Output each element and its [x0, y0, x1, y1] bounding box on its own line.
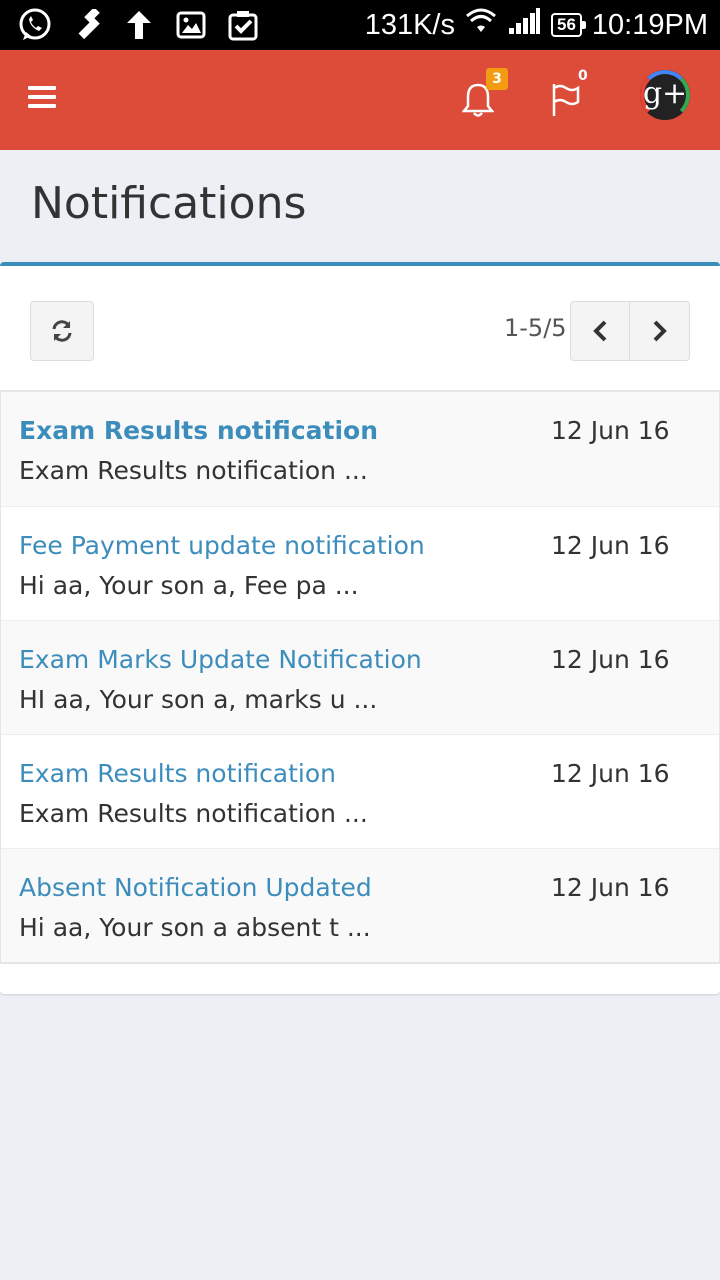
notifications-box: 1-5/5 Exam Results notification 12 Jun 1… — [0, 262, 720, 994]
list-item[interactable]: Exam Results notification 12 Jun 16 Exam… — [1, 734, 719, 848]
notification-title[interactable]: Exam Marks Update Notification — [19, 645, 422, 674]
status-bar: 131K/s 56 10:19PM — [0, 0, 720, 50]
clock: 10:19PM — [591, 8, 708, 41]
notification-date: 12 Jun 16 — [551, 416, 670, 445]
refresh-button[interactable] — [30, 301, 94, 361]
pager-group — [570, 301, 690, 361]
notification-date: 12 Jun 16 — [551, 759, 670, 788]
bell-count-badge: 3 — [486, 68, 508, 90]
notification-date: 12 Jun 16 — [551, 645, 670, 674]
notification-snippet: Exam Results notification ... — [19, 456, 368, 485]
notification-title[interactable]: Exam Results notification — [19, 416, 378, 445]
signal-icon — [507, 8, 541, 42]
notification-title[interactable]: Absent Notification Updated — [19, 873, 372, 902]
upload-icon — [120, 6, 158, 44]
google-plus-icon: g+ — [642, 76, 688, 111]
flag-icon[interactable] — [550, 82, 584, 120]
flag-count-badge: 0 — [578, 68, 588, 84]
notification-date: 12 Jun 16 — [551, 873, 670, 902]
notification-snippet: Hi aa, Your son a, Fee pa ... — [19, 571, 359, 600]
chevron-right-icon — [653, 320, 667, 342]
refresh-icon — [52, 320, 72, 342]
notification-date: 12 Jun 16 — [551, 531, 670, 560]
list-item[interactable]: Absent Notification Updated 12 Jun 16 Hi… — [1, 848, 719, 962]
status-bar-notifications — [16, 6, 262, 44]
status-bar-system: 131K/s 56 10:19PM — [365, 0, 708, 50]
user-avatar[interactable]: g+ — [640, 70, 690, 120]
chevron-left-icon — [593, 320, 607, 342]
whatsapp-icon — [16, 6, 54, 44]
notification-title[interactable]: Exam Results notification — [19, 759, 336, 788]
notification-list: Exam Results notification 12 Jun 16 Exam… — [0, 390, 720, 964]
notification-snippet: Hi aa, Your son a absent t ... — [19, 913, 371, 942]
page-title: Notifications — [31, 178, 307, 229]
list-item[interactable]: Exam Results notification 12 Jun 16 Exam… — [1, 392, 719, 506]
next-page-button[interactable] — [630, 302, 689, 360]
menu-icon[interactable] — [28, 86, 56, 114]
notification-title[interactable]: Fee Payment update notification — [19, 531, 425, 560]
image-icon — [172, 6, 210, 44]
notification-snippet: Exam Results notification ... — [19, 799, 368, 828]
list-item[interactable]: Fee Payment update notification 12 Jun 1… — [1, 506, 719, 620]
prev-page-button[interactable] — [571, 302, 630, 360]
list-item[interactable]: Exam Marks Update Notification 12 Jun 16… — [1, 620, 719, 734]
hammer-icon — [68, 6, 106, 44]
network-speed: 131K/s — [364, 8, 455, 41]
pagination-info: 1-5/5 — [504, 314, 567, 342]
notification-snippet: HI aa, Your son a, marks u ... — [19, 685, 378, 714]
wifi-icon — [465, 8, 497, 42]
battery-icon: 56 — [551, 13, 586, 37]
clipboard-check-icon — [224, 6, 262, 44]
app-header: 3 0 g+ — [0, 50, 720, 150]
